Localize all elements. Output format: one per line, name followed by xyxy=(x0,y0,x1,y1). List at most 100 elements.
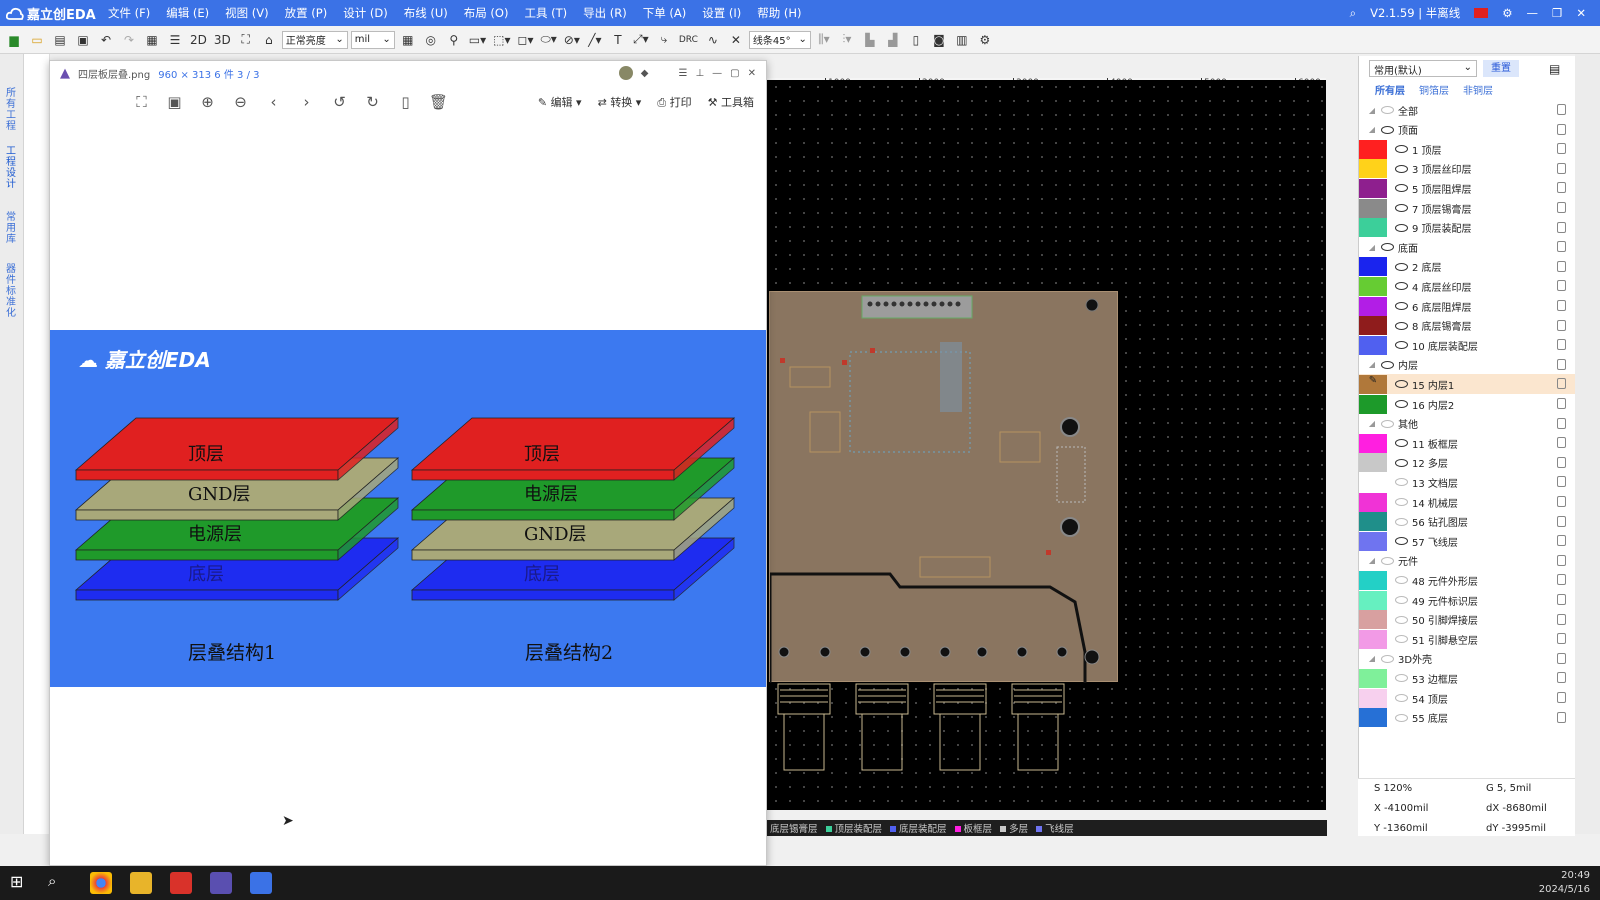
status-layer-item[interactable]: 多层 xyxy=(1000,821,1028,835)
redo-icon[interactable]: ↷ xyxy=(119,30,139,50)
lock-icon[interactable] xyxy=(1557,202,1566,213)
open-folder-icon[interactable]: ▭ xyxy=(27,30,47,50)
eye-icon[interactable] xyxy=(1395,713,1408,722)
wps-icon[interactable] xyxy=(170,872,192,894)
lock-icon[interactable] xyxy=(1557,594,1566,605)
eye-icon[interactable] xyxy=(1395,458,1408,467)
eye-icon[interactable] xyxy=(1395,635,1408,644)
layer-color-swatch[interactable] xyxy=(1359,492,1387,512)
layer-group[interactable]: ◢ 元件 xyxy=(1359,551,1576,571)
menu-item-2[interactable]: 视图 (V) xyxy=(217,5,277,21)
eye-icon[interactable] xyxy=(1381,125,1394,134)
rotate-left-icon[interactable]: ↺ xyxy=(323,93,356,111)
layer-color-swatch[interactable] xyxy=(1359,178,1387,198)
lock-icon[interactable] xyxy=(1557,554,1566,566)
layer-row[interactable]: 54 顶层 xyxy=(1359,688,1576,708)
shield-icon[interactable]: ◆ xyxy=(641,68,649,79)
layer-color-swatch[interactable] xyxy=(1359,531,1387,551)
windows-start-icon[interactable]: ⊞ xyxy=(10,872,32,894)
layer-color-swatch[interactable] xyxy=(1359,139,1387,159)
eye-icon[interactable] xyxy=(1395,576,1408,585)
eye-icon[interactable] xyxy=(1395,400,1408,408)
collapse-icon[interactable]: ◢ xyxy=(1367,125,1377,134)
layer-color-swatch[interactable] xyxy=(1359,433,1387,453)
eda-taskbar-icon[interactable] xyxy=(250,872,272,894)
layer-row[interactable]: 51 引脚悬空层 xyxy=(1359,629,1576,649)
menu-item-5[interactable]: 布线 (U) xyxy=(396,5,456,21)
lock-icon[interactable] xyxy=(1557,711,1566,723)
doc-icon[interactable]: ▯ xyxy=(906,30,926,50)
eye-icon[interactable] xyxy=(1395,223,1408,232)
reset-button[interactable]: 重置 xyxy=(1483,60,1519,77)
preset-select[interactable]: 常用(默认) ⌄ xyxy=(1369,60,1477,77)
layer-tab-2[interactable]: 非铜层 xyxy=(1463,82,1493,97)
lock-icon[interactable] xyxy=(1557,221,1566,233)
layer-color-swatch[interactable] xyxy=(1359,453,1387,473)
drc-button[interactable]: DRC xyxy=(677,30,700,50)
ellipse-icon[interactable]: ⬭▾ xyxy=(539,30,559,50)
eye-icon[interactable] xyxy=(1395,302,1408,310)
layer-row[interactable]: 16 内层2 xyxy=(1359,394,1576,414)
eye-icon[interactable] xyxy=(1395,321,1408,330)
pcb-board[interactable] xyxy=(768,291,1118,683)
status-layer-item[interactable]: 底层装配层 xyxy=(890,821,947,835)
menu-item-1[interactable]: 编辑 (E) xyxy=(158,5,217,21)
status-layer-item[interactable]: 底层锡膏层 xyxy=(761,821,818,835)
layer-row[interactable]: 50 引脚焊接层 xyxy=(1359,610,1576,630)
eye-icon[interactable] xyxy=(1381,360,1394,369)
eye-icon[interactable] xyxy=(1381,106,1394,114)
unit-select[interactable]: mil ⌄ xyxy=(350,30,395,49)
lock-icon[interactable] xyxy=(1557,241,1566,253)
chart2-icon[interactable]: ▟ xyxy=(883,30,903,50)
lock-icon[interactable] xyxy=(1557,143,1566,155)
menu-item-11[interactable]: 帮助 (H) xyxy=(749,5,809,21)
layer-color-swatch[interactable] xyxy=(1359,218,1387,238)
lock-icon[interactable] xyxy=(1557,358,1566,370)
menu-item-8[interactable]: 导出 (R) xyxy=(575,5,635,21)
print-button[interactable]: ⎙ 打印 xyxy=(657,94,691,110)
zoom-out-icon[interactable]: ⊖ xyxy=(224,93,257,111)
lock-icon[interactable] xyxy=(1557,280,1566,292)
restore-icon[interactable]: ❐ xyxy=(1552,6,1562,20)
diff-pair-icon[interactable]: ∿ xyxy=(703,30,723,50)
lock-icon[interactable] xyxy=(1557,260,1566,272)
bom-icon[interactable]: ▥ xyxy=(952,30,972,50)
route-mode-select[interactable]: 线条45° ⌄ xyxy=(748,30,811,49)
eye-icon[interactable] xyxy=(1395,694,1408,702)
layer-color-swatch[interactable] xyxy=(1359,276,1387,296)
layer-group[interactable]: ◢ 其他 xyxy=(1359,414,1576,434)
menu-item-0[interactable]: 文件 (F) xyxy=(100,5,158,21)
eye-icon[interactable] xyxy=(1395,262,1408,271)
lock-icon[interactable] xyxy=(1557,182,1566,194)
connector-footprints[interactable] xyxy=(774,682,1074,772)
collapse-icon[interactable]: ◢ xyxy=(1367,106,1377,115)
eye-icon[interactable] xyxy=(1381,243,1394,252)
menu-item-7[interactable]: 工具 (T) xyxy=(516,5,575,21)
chrome-icon[interactable] xyxy=(90,872,112,894)
eye-icon[interactable] xyxy=(1395,164,1408,173)
layer-color-swatch[interactable] xyxy=(1359,257,1387,277)
eye-icon[interactable] xyxy=(1381,556,1394,565)
search-icon[interactable]: ⌕ xyxy=(48,872,70,894)
layer-row[interactable]: 3 顶层丝印层 xyxy=(1359,159,1576,179)
layer-row[interactable]: 55 底层 xyxy=(1359,708,1576,728)
new-file-icon[interactable]: ▆ xyxy=(4,30,24,50)
distribute-icon[interactable]: ⫶▾ xyxy=(837,30,857,50)
layer-color-swatch[interactable] xyxy=(1359,296,1387,316)
pad-icon[interactable]: ◎ xyxy=(421,30,441,50)
text-icon[interactable]: T xyxy=(608,30,628,50)
layer-group[interactable]: ◢ 全部 xyxy=(1359,100,1576,120)
layer-color-swatch[interactable] xyxy=(1359,610,1387,630)
layer-color-swatch[interactable] xyxy=(1359,159,1387,179)
eye-icon[interactable] xyxy=(1395,674,1408,683)
lock-icon[interactable] xyxy=(1557,535,1566,547)
layer-row[interactable]: 5 顶层阻焊层 xyxy=(1359,178,1576,198)
delete-icon[interactable]: 🗑 xyxy=(422,93,455,111)
eye-icon[interactable] xyxy=(1395,478,1408,487)
layer-color-swatch[interactable] xyxy=(1359,394,1387,414)
layer-row[interactable]: 12 多层 xyxy=(1359,453,1576,473)
layer-row[interactable]: 6 底层阻焊层 xyxy=(1359,296,1576,316)
view-2d-button[interactable]: 2D xyxy=(188,30,209,50)
find-icon[interactable]: ☰ xyxy=(165,30,185,50)
search-icon[interactable]: ⌕ xyxy=(1350,6,1356,21)
